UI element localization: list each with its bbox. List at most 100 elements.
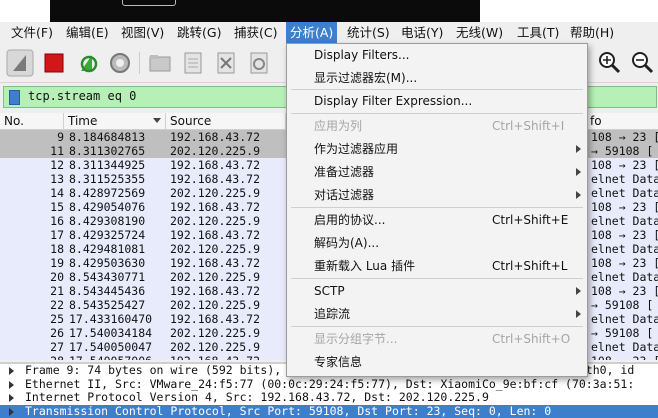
packet-source: 202.120.225.9: [170, 214, 260, 228]
packet-info: 108 → 23 [: [591, 354, 658, 360]
menu-item-label: 作为过滤器应用: [314, 138, 398, 160]
restart-capture-icon[interactable]: [73, 49, 101, 77]
packet-time: 8.429481081: [69, 242, 145, 256]
detail-tree-row[interactable]: Internet Protocol Version 4, Src: 192.16…: [0, 391, 658, 405]
submenu-arrow-icon: [576, 310, 581, 318]
detail-tree-row[interactable]: Transmission Control Protocol, Src Port:…: [0, 405, 658, 418]
packet-source: 202.120.225.9: [170, 326, 260, 340]
detail-tree-row[interactable]: Ethernet II, Src: VMware_24:f5:77 (00:0c…: [0, 378, 658, 392]
expand-arrow-icon[interactable]: [9, 394, 14, 402]
analyze-menu-dropdown: Display Filters...显示过滤器宏(M)...Display Fi…: [286, 43, 588, 377]
packet-no: 12: [4, 158, 64, 172]
packet-time: 8.429054076: [69, 200, 145, 214]
analyze-menu-item[interactable]: 准备过滤器: [287, 161, 587, 183]
menu-file[interactable]: 文件(F): [11, 22, 53, 44]
menubar: 文件(F) 编辑(E) 视图(V) 跳转(G) 捕获(C) 分析(A) 统计(S…: [0, 22, 658, 44]
packet-info: elnet Data: [591, 270, 658, 284]
menu-statistics[interactable]: 统计(S): [347, 22, 390, 44]
analyze-menu-item[interactable]: 对话过滤器: [287, 184, 587, 206]
packet-info: elnet Data: [591, 172, 658, 186]
column-header-time[interactable]: Time: [64, 113, 166, 129]
open-file-icon[interactable]: [146, 49, 174, 77]
titlebar-button[interactable]: [122, 0, 176, 6]
packet-source: 192.168.43.72: [170, 256, 260, 270]
expand-arrow-icon[interactable]: [9, 381, 14, 389]
shark-fin-start-icon[interactable]: [6, 49, 34, 77]
packet-time: 8.543430771: [69, 270, 145, 284]
submenu-arrow-icon: [576, 168, 581, 176]
zoom-in-icon[interactable]: [597, 50, 621, 74]
packet-no: 26: [4, 326, 64, 340]
column-header-info[interactable]: fo: [586, 113, 658, 129]
packet-no: 14: [4, 186, 64, 200]
packet-source: 192.168.43.72: [170, 228, 260, 242]
packet-time: 8.184684813: [69, 130, 145, 144]
analyze-menu-item[interactable]: 重新载入 Lua 插件 Ctrl+Shift+L: [287, 255, 587, 277]
packet-no: 9: [4, 130, 64, 144]
packet-no: 15: [4, 200, 64, 214]
menu-item-label: 准备过滤器: [314, 161, 374, 183]
menu-item-shortcut: Ctrl+Shift+O: [492, 328, 570, 350]
submenu-arrow-icon: [576, 191, 581, 199]
packet-no: 28: [4, 354, 64, 360]
column-header-no[interactable]: No.: [0, 113, 64, 129]
menu-wireless[interactable]: 无线(W): [456, 22, 503, 44]
packet-source: 192.168.43.72: [170, 284, 260, 298]
packet-no: 25: [4, 312, 64, 326]
packet-info: elnet Data: [591, 242, 658, 256]
column-header-source[interactable]: Source: [166, 113, 286, 129]
menu-item-label: Display Filter Expression...: [314, 90, 472, 112]
stop-capture-icon[interactable]: [40, 49, 68, 77]
detail-text: Internet Protocol Version 4, Src: 192.16…: [25, 391, 489, 405]
analyze-menu-item[interactable]: 作为过滤器应用: [287, 138, 587, 160]
window-titlebar: [0, 0, 658, 22]
detail-text: Ethernet II, Src: VMware_24:f5:77 (00:0c…: [25, 378, 634, 392]
column-header-time-label: Time: [68, 114, 97, 128]
menu-telephony[interactable]: 电话(Y): [401, 22, 443, 44]
analyze-menu-item[interactable]: 显示过滤器宏(M)...: [287, 67, 587, 89]
zoom-out-icon[interactable]: [630, 50, 654, 74]
capture-options-gear-icon[interactable]: [106, 49, 134, 77]
analyze-menu-item: 应用为列Ctrl+Shift+I: [287, 115, 587, 137]
menu-item-label: 重新载入 Lua 插件: [314, 255, 415, 277]
analyze-menu-item[interactable]: 解码为(A)...: [287, 232, 587, 254]
menu-help[interactable]: 帮助(H): [570, 22, 614, 44]
menu-item-shortcut: Ctrl+Shift+E: [492, 209, 568, 231]
menu-separator: [291, 278, 583, 279]
packet-info: 108 → 23 [: [591, 284, 658, 298]
analyze-menu-item[interactable]: 专家信息: [287, 351, 587, 373]
analyze-menu-item[interactable]: 追踪流: [287, 303, 587, 325]
analyze-menu-item[interactable]: SCTP: [287, 280, 587, 302]
packet-no: 13: [4, 172, 64, 186]
close-file-icon[interactable]: [212, 49, 240, 77]
menu-item-shortcut: Ctrl+Shift+L: [492, 255, 567, 277]
packet-info: → 59108 [: [591, 298, 653, 312]
menu-edit[interactable]: 编辑(E): [66, 22, 109, 44]
packet-no: 18: [4, 242, 64, 256]
menu-item-shortcut: Ctrl+Shift+I: [492, 115, 564, 137]
menu-analyze[interactable]: 分析(A): [286, 22, 337, 44]
analyze-menu-item[interactable]: Display Filter Expression...: [287, 90, 587, 112]
display-filter-input[interactable]: tcp.stream eq 0: [28, 89, 136, 103]
menu-capture[interactable]: 捕获(C): [234, 22, 277, 44]
analyze-menu-item[interactable]: 启用的协议...Ctrl+Shift+E: [287, 209, 587, 231]
submenu-arrow-icon: [576, 145, 581, 153]
packet-source: 202.120.225.9: [170, 298, 260, 312]
reload-file-icon[interactable]: [245, 49, 273, 77]
menu-view[interactable]: 视图(V): [121, 22, 164, 44]
menu-item-label: 显示分组字节...: [314, 328, 397, 350]
menu-item-label: 解码为(A)...: [314, 232, 379, 254]
analyze-menu-item[interactable]: Display Filters...: [287, 44, 587, 66]
save-file-icon[interactable]: [179, 49, 207, 77]
sort-descending-icon: [153, 118, 161, 123]
bookmark-icon[interactable]: [9, 90, 20, 105]
menu-tools[interactable]: 工具(T): [517, 22, 559, 44]
menu-item-label: 追踪流: [314, 303, 350, 325]
detail-text: Transmission Control Protocol, Src Port:…: [25, 405, 551, 418]
menu-item-label: Display Filters...: [314, 44, 409, 66]
packet-source: 192.168.43.72: [170, 312, 260, 326]
packet-source: 202.120.225.9: [170, 186, 260, 200]
menu-go[interactable]: 跳转(G): [177, 22, 221, 44]
packet-no: 27: [4, 340, 64, 354]
expand-arrow-icon[interactable]: [9, 367, 14, 375]
